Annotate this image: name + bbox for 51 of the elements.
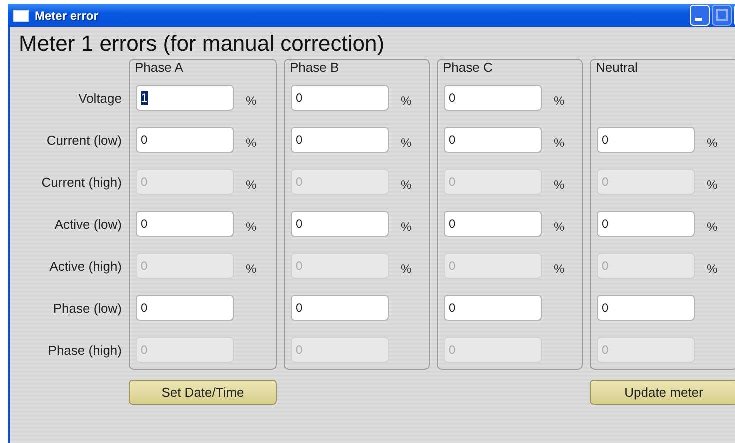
minimize-button[interactable] bbox=[690, 5, 710, 26]
group-title: Phase A bbox=[135, 60, 184, 75]
set-date-time-button[interactable]: Set Date/Time bbox=[129, 380, 277, 405]
unit-label: % bbox=[554, 262, 565, 276]
row-label: Active (high) bbox=[50, 258, 122, 274]
unit-label: % bbox=[707, 136, 718, 150]
unit-label: % bbox=[246, 94, 257, 108]
row-label: Phase (high) bbox=[48, 342, 122, 358]
input-field[interactable]: 1 bbox=[136, 85, 234, 111]
input-field[interactable]: 0 bbox=[291, 85, 389, 111]
unit-label: % bbox=[401, 178, 412, 192]
unit-label: % bbox=[246, 136, 257, 150]
input-field[interactable]: 0 bbox=[597, 211, 695, 237]
unit-label: % bbox=[554, 178, 565, 192]
row-label: Voltage bbox=[78, 90, 122, 106]
input-field[interactable]: 0 bbox=[136, 211, 234, 237]
row-label: Current (low) bbox=[46, 132, 122, 148]
unit-label: % bbox=[707, 220, 718, 234]
group-title: Phase C bbox=[443, 60, 493, 75]
unit-label: % bbox=[401, 220, 412, 234]
input-field[interactable]: 0 bbox=[136, 127, 234, 153]
input-field[interactable]: 0 bbox=[291, 295, 389, 321]
window-title: Meter error bbox=[35, 8, 98, 22]
unit-label: % bbox=[246, 262, 257, 276]
row-label: Current (high) bbox=[42, 174, 122, 190]
input-field[interactable]: 0 bbox=[597, 295, 695, 321]
group-title: Neutral bbox=[596, 60, 638, 75]
unit-label: % bbox=[554, 94, 565, 108]
unit-label: % bbox=[554, 220, 565, 234]
input-field[interactable]: 0 bbox=[291, 127, 389, 153]
input-field[interactable]: 0 bbox=[136, 295, 234, 321]
unit-label: % bbox=[401, 94, 412, 108]
unit-label: % bbox=[246, 220, 257, 234]
input-field[interactable]: 0 bbox=[444, 211, 542, 237]
input-field[interactable]: 0 bbox=[444, 127, 542, 153]
row-label: Active (low) bbox=[54, 216, 122, 232]
unit-label: % bbox=[401, 262, 412, 276]
input-field[interactable]: 0 bbox=[444, 295, 542, 321]
unit-label: % bbox=[554, 136, 565, 150]
row-label: Phase (low) bbox=[53, 300, 122, 316]
input-field[interactable]: 0 bbox=[444, 85, 542, 111]
input-field[interactable]: 0 bbox=[597, 127, 695, 153]
unit-label: % bbox=[707, 262, 718, 276]
form-heading: Meter 1 errors (for manual correction) bbox=[18, 30, 386, 58]
unit-label: % bbox=[707, 178, 718, 192]
update-meter-button[interactable]: Update meter bbox=[590, 380, 735, 405]
input-field[interactable]: 0 bbox=[291, 211, 389, 237]
unit-label: % bbox=[246, 178, 257, 192]
window-icon bbox=[13, 10, 29, 22]
group-title: Phase B bbox=[290, 60, 340, 75]
unit-label: % bbox=[401, 136, 412, 150]
